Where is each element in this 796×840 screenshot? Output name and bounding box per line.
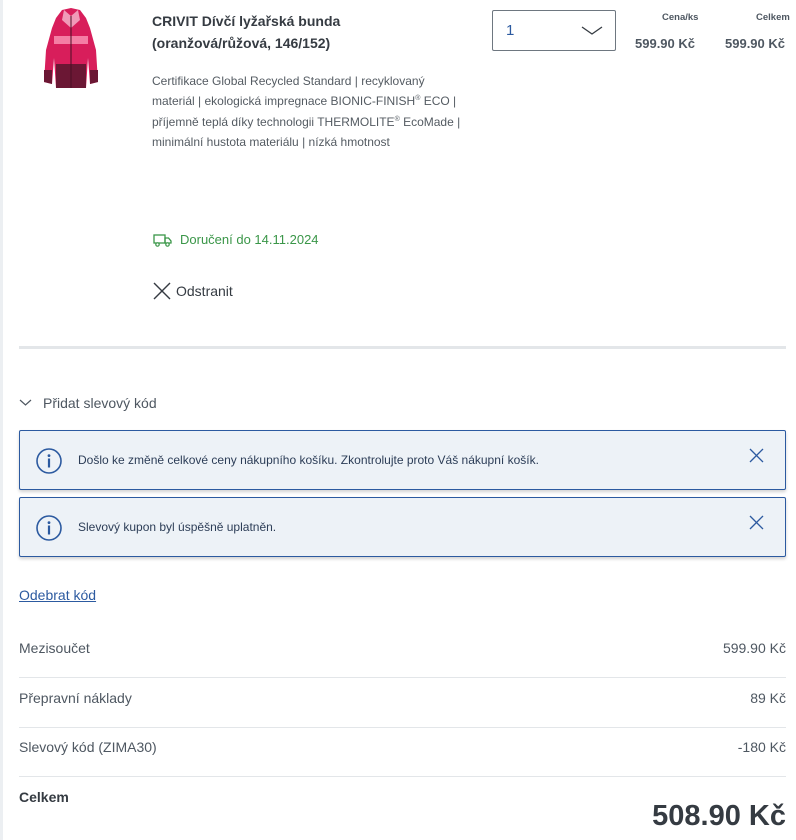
alert-text: Došlo ke změně celkové ceny nákupního ko…: [78, 453, 539, 467]
summary-row-subtotal: Mezisoučet 599.90 Kč: [19, 628, 786, 678]
add-coupon-toggle[interactable]: Přidat slevový kód: [19, 395, 157, 411]
remove-code-link[interactable]: Odebrat kód: [19, 587, 96, 603]
summary-value: 599.90 Kč: [722, 640, 786, 656]
remove-item-label: Odstranit: [176, 283, 233, 299]
summary-label: Přepravní náklady: [19, 690, 132, 706]
truck-icon: [153, 233, 172, 247]
summary-row-discount: Slevový kód (ZIMA30) -180 Kč: [19, 727, 786, 777]
product-description: Certifikace Global Recycled Standard | r…: [152, 74, 461, 149]
alert-text: Slevový kupon byl úspěšně uplatněn.: [78, 520, 277, 534]
info-icon: [36, 448, 62, 474]
summary-row-shipping: Přepravní náklady 89 Kč: [19, 678, 786, 728]
total-price-label: Celkem: [756, 12, 790, 23]
total-price-value: 599.90 Kč: [725, 36, 785, 51]
delivery-info: Doručení do 14.11.2024: [153, 232, 319, 247]
quantity-value: 1: [506, 22, 515, 39]
section-divider: [19, 346, 786, 349]
close-icon: [153, 282, 171, 300]
grand-total-label: Celkem: [19, 789, 69, 805]
add-coupon-label: Přidat slevový kód: [43, 395, 157, 411]
summary-value: -180 Kč: [737, 739, 786, 755]
chevron-down-icon: [19, 399, 32, 406]
close-icon[interactable]: [749, 448, 764, 463]
unit-price-value: 599.90 Kč: [635, 36, 695, 51]
row-divider: [19, 776, 786, 777]
alert-price-change: Došlo ke změně celkové ceny nákupního ko…: [19, 430, 786, 490]
page-edge: [0, 0, 3, 840]
delivery-text: Doručení do 14.11.2024: [180, 232, 319, 247]
remove-item-button[interactable]: Odstranit: [153, 282, 233, 300]
product-title[interactable]: CRIVIT Dívčí lyžařská bunda (oranžová/rů…: [152, 10, 462, 54]
summary-label: Slevový kód (ZIMA30): [19, 739, 157, 755]
chevron-down-icon: [581, 26, 603, 35]
summary-value: 89 Kč: [750, 690, 786, 706]
summary-label: Mezisoučet: [19, 640, 90, 656]
grand-total-value: 508.90 Kč: [652, 800, 786, 832]
info-icon: [36, 515, 62, 541]
quantity-select[interactable]: 1: [492, 10, 616, 51]
ski-jacket-image: [44, 8, 98, 88]
unit-price-label: Cena/ks: [662, 12, 699, 23]
close-icon[interactable]: [749, 515, 764, 530]
alert-coupon-applied: Slevový kupon byl úspěšně uplatněn.: [19, 497, 786, 557]
